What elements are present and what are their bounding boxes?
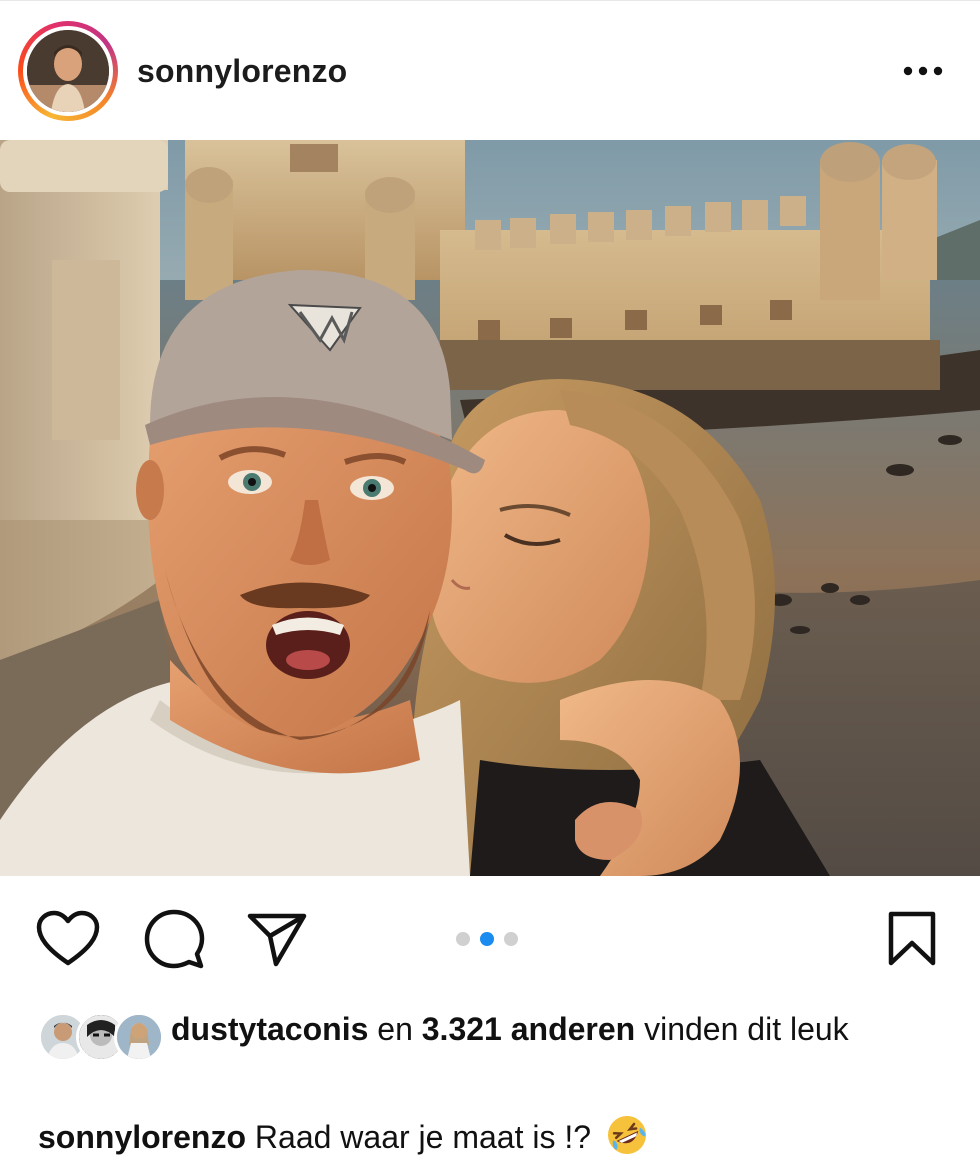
post-header: sonnylorenzo — [0, 0, 980, 140]
likes-suffix: vinden dit leuk — [644, 1011, 849, 1047]
photo-illustration — [0, 140, 980, 876]
avatar — [27, 30, 109, 112]
carousel-indicator — [456, 931, 518, 947]
carousel-dot-active — [480, 932, 494, 946]
post-photo[interactable] — [0, 140, 980, 876]
liker-avatar — [114, 1012, 164, 1062]
comment-icon — [144, 909, 205, 969]
save-button[interactable] — [886, 910, 938, 968]
more-options-button[interactable] — [900, 59, 946, 83]
likes-count-link[interactable]: 3.321 anderen — [422, 1011, 635, 1047]
first-liker-link[interactable]: dustytaconis — [171, 1011, 368, 1047]
like-button[interactable] — [36, 910, 100, 968]
post-caption: sonnylorenzo Raad waar je maat is !? — [38, 1114, 958, 1158]
carousel-dot — [504, 932, 518, 946]
carousel-dot — [456, 932, 470, 946]
caption-text: Raad waar je maat is !? — [254, 1119, 592, 1155]
bookmark-icon — [888, 911, 936, 966]
post-username[interactable]: sonnylorenzo — [137, 53, 347, 90]
liker-avatars[interactable] — [38, 1012, 164, 1062]
likes-text: dustytaconis en 3.321 anderen vinden dit… — [171, 1008, 951, 1050]
likes-joiner: en — [377, 1011, 413, 1047]
heart-icon — [36, 910, 100, 966]
caption-username[interactable]: sonnylorenzo — [38, 1119, 246, 1155]
more-horizontal-icon — [903, 66, 943, 76]
send-icon — [247, 913, 307, 967]
rolling-laughing-emoji-icon — [606, 1114, 648, 1156]
avatar-gap — [23, 26, 113, 116]
comment-button[interactable] — [143, 908, 205, 970]
share-button[interactable] — [246, 910, 308, 968]
story-avatar[interactable] — [18, 21, 118, 121]
